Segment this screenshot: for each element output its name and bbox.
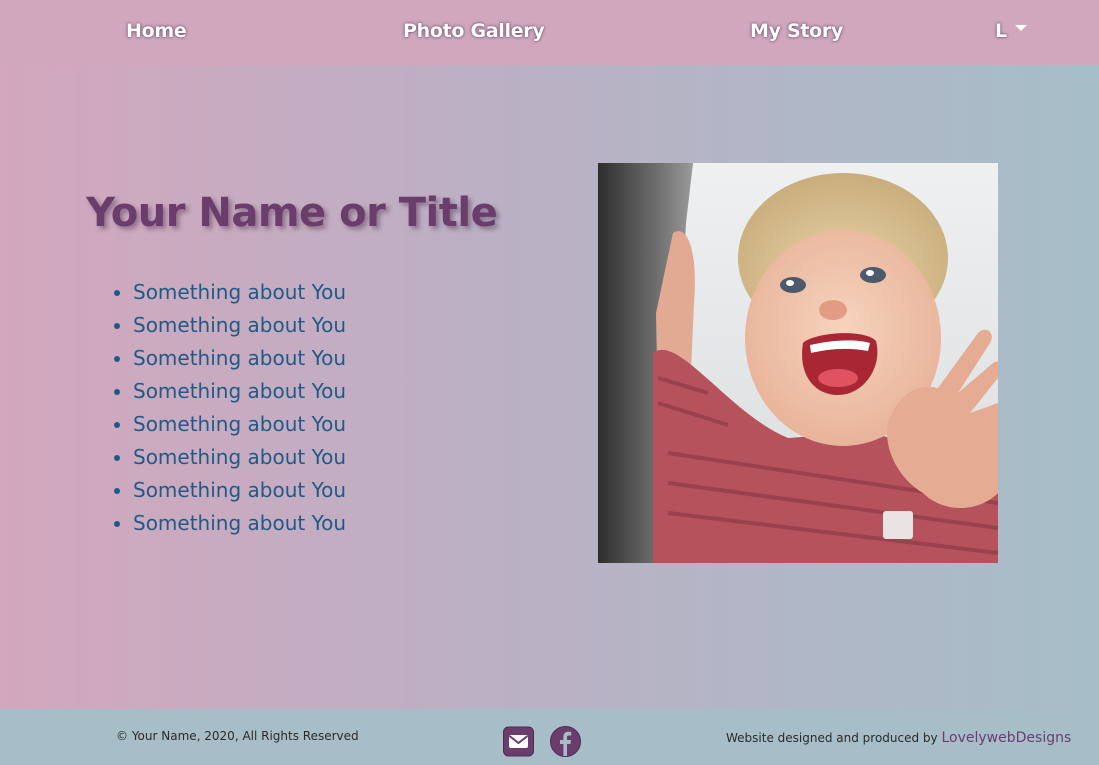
facebook-button[interactable] bbox=[550, 726, 581, 757]
navbar: Home Photo Gallery My Story L bbox=[0, 0, 1099, 65]
nav-my-story-link[interactable]: My Story bbox=[750, 20, 843, 42]
list-item: Something about You bbox=[133, 276, 346, 309]
designer-credit: Website designed and produced by Lovelyw… bbox=[726, 730, 1071, 746]
about-list: Something about You Something about You … bbox=[86, 276, 346, 540]
nav-home-link[interactable]: Home bbox=[126, 20, 187, 42]
list-item: Something about You bbox=[133, 375, 346, 408]
envelope-icon bbox=[503, 726, 534, 757]
list-item: Something about You bbox=[133, 507, 346, 540]
language-dropdown-label: L bbox=[995, 20, 1007, 42]
toddler-photo-icon bbox=[598, 163, 998, 563]
page-title: Your Name or Title bbox=[86, 190, 498, 236]
language-dropdown[interactable]: L bbox=[995, 20, 1027, 42]
list-item: Something about You bbox=[133, 474, 346, 507]
page: Home Photo Gallery My Story L Your Name … bbox=[0, 0, 1099, 765]
list-item: Something about You bbox=[133, 441, 346, 474]
list-item: Something about You bbox=[133, 408, 346, 441]
list-item: Something about You bbox=[133, 342, 346, 375]
footer: © Your Name, 2020, All Rights Reserved W… bbox=[0, 709, 1099, 765]
nav-photo-gallery-link[interactable]: Photo Gallery bbox=[403, 20, 545, 42]
designer-link[interactable]: LovelywebDesigns bbox=[941, 730, 1071, 746]
credit-prefix: Website designed and produced by bbox=[726, 731, 938, 745]
list-item: Something about You bbox=[133, 309, 346, 342]
chevron-down-icon bbox=[1014, 25, 1027, 31]
profile-photo bbox=[598, 163, 998, 563]
email-button[interactable] bbox=[503, 726, 534, 757]
facebook-icon bbox=[550, 726, 581, 757]
copyright-text: © Your Name, 2020, All Rights Reserved bbox=[116, 729, 359, 743]
